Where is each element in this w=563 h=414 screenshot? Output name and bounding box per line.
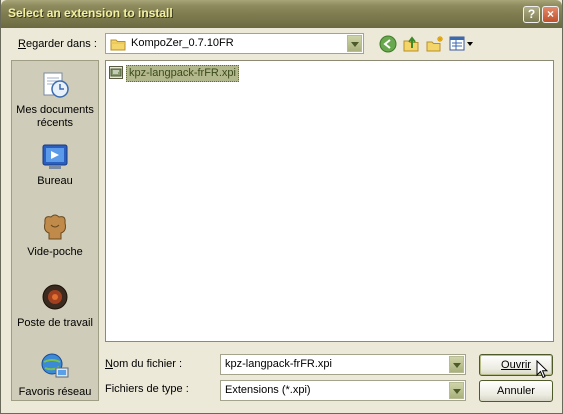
filename-label: Nom du fichier : <box>105 358 183 370</box>
network-icon <box>41 353 69 378</box>
place-briefcase[interactable]: Vide-poche <box>12 211 98 259</box>
my-computer-icon <box>42 284 68 310</box>
lookin-dropdown-arrow[interactable] <box>347 35 362 52</box>
filetype-value: Extensions (*.xpi) <box>225 384 311 396</box>
filetype-label: Fichiers de type : <box>105 383 189 395</box>
open-button-label: Ouvrir <box>501 359 531 371</box>
place-label: Poste de travail <box>17 317 93 329</box>
file-list[interactable]: kpz-langpack-frFR.xpi <box>105 60 554 342</box>
briefcase-icon <box>44 214 66 240</box>
place-label: Favoris réseau <box>18 386 92 398</box>
place-label: Mes documents récents <box>16 104 94 129</box>
window-title: Select an extension to install <box>8 6 173 20</box>
title-bar[interactable]: Select an extension to install ? × <box>1 0 562 28</box>
help-button[interactable]: ? <box>523 6 540 23</box>
new-folder-icon[interactable] <box>426 35 444 53</box>
back-icon[interactable] <box>379 35 397 53</box>
filetype-select[interactable]: Extensions (*.xpi) <box>220 380 466 401</box>
file-name: kpz-langpack-frFR.xpi <box>126 65 239 82</box>
lookin-dropdown[interactable]: KompoZer_0.7.10FR <box>105 33 364 54</box>
filename-input[interactable]: kpz-langpack-frFR.xpi <box>220 354 466 375</box>
folder-icon <box>110 39 126 51</box>
mouse-cursor-icon <box>536 360 548 379</box>
view-menu-icon[interactable] <box>449 35 475 53</box>
lookin-label: Regarder dans : <box>18 38 97 50</box>
lookin-value: KompoZer_0.7.10FR <box>131 37 234 49</box>
place-network[interactable]: Favoris réseau <box>12 351 98 399</box>
place-label: Vide-poche <box>27 246 83 258</box>
dialog-window: Select an extension to install ? × Regar… <box>0 0 563 414</box>
filename-dropdown-arrow[interactable] <box>449 356 464 373</box>
place-my-computer[interactable]: Poste de travail <box>12 282 98 330</box>
place-recent-documents[interactable]: Mes documents récents <box>12 69 98 130</box>
filename-value: kpz-langpack-frFR.xpi <box>225 358 332 370</box>
xpi-file-icon <box>109 66 123 79</box>
cancel-button[interactable]: Annuler <box>479 380 553 402</box>
place-label: Bureau <box>37 175 73 187</box>
places-bar: Mes documents récents Bureau Vide-poche <box>11 60 99 401</box>
close-button[interactable]: × <box>542 6 559 23</box>
desktop-icon <box>42 144 68 169</box>
recent-documents-icon <box>43 72 69 98</box>
place-desktop[interactable]: Bureau <box>12 140 98 188</box>
up-folder-icon[interactable] <box>402 35 420 53</box>
filetype-dropdown-arrow[interactable] <box>449 382 464 399</box>
